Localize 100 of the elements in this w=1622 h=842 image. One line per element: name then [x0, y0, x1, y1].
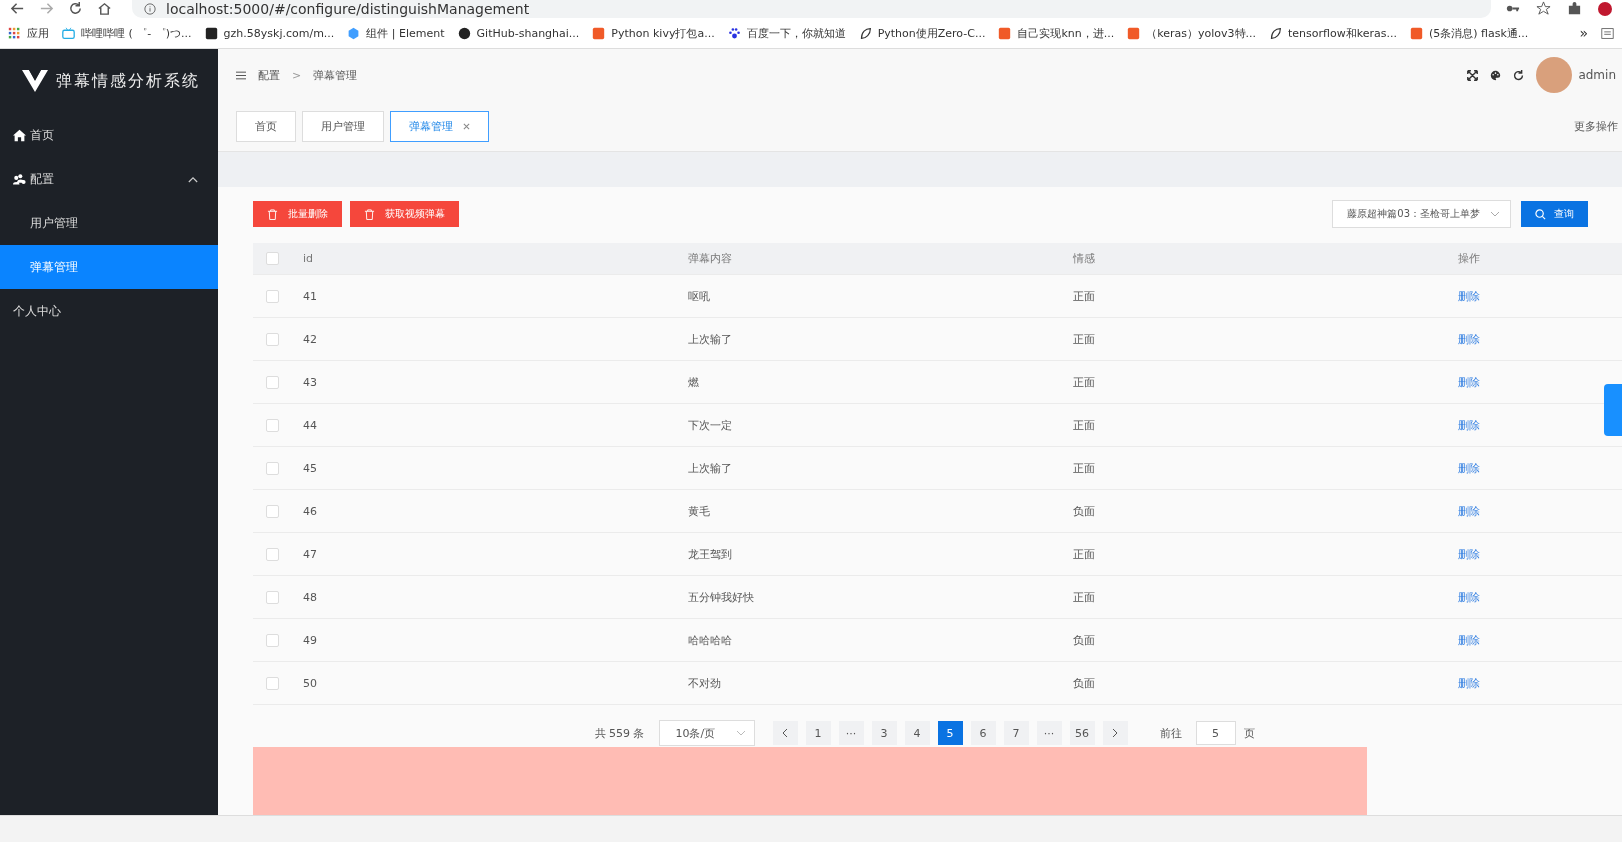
- table-cell-text: 正面: [1072, 374, 1096, 390]
- checkbox[interactable]: [266, 504, 279, 518]
- avatar[interactable]: [1536, 57, 1573, 93]
- page-button[interactable]: ···: [1036, 721, 1062, 745]
- more-bookmarks[interactable]: »: [1579, 25, 1588, 41]
- delete-link[interactable]: 删除: [1458, 289, 1480, 303]
- checkbox[interactable]: [266, 461, 279, 475]
- forward-icon[interactable]: [39, 1, 54, 16]
- table-cell-text: 44: [302, 418, 318, 432]
- checkbox[interactable]: [266, 547, 279, 561]
- menu-item[interactable]: 配置: [0, 157, 218, 201]
- bookmark[interactable]: 百度一下，你就知道: [727, 25, 846, 41]
- tab[interactable]: 用户管理: [302, 110, 384, 142]
- paw-icon: [727, 26, 741, 40]
- checkbox[interactable]: [266, 289, 279, 303]
- search-button[interactable]: 查询: [1521, 201, 1588, 227]
- page-button[interactable]: 7: [1003, 721, 1029, 745]
- delete-link[interactable]: 删除: [1458, 332, 1480, 346]
- bookmark[interactable]: tensorflow和keras...: [1269, 25, 1397, 41]
- table-cell-text: 负面: [1072, 503, 1096, 519]
- menu-item[interactable]: 个人中心: [0, 289, 218, 333]
- checkbox[interactable]: [266, 676, 279, 690]
- menu-item[interactable]: 弹幕管理: [0, 245, 218, 289]
- bookmark[interactable]: gzh.58yskj.com/m...: [204, 26, 335, 40]
- column-header: 操作: [1457, 251, 1481, 266]
- bookmark[interactable]: 组件 | Element: [347, 25, 445, 41]
- tab[interactable]: 首页: [236, 110, 296, 142]
- tv-icon: [62, 26, 75, 40]
- checkbox[interactable]: [266, 252, 279, 265]
- logo-icon: [22, 70, 48, 92]
- delete-link[interactable]: 删除: [1458, 590, 1480, 604]
- table-cell-text: 43: [302, 375, 318, 389]
- delete-link[interactable]: 删除: [1458, 504, 1480, 518]
- more-actions[interactable]: 更多操作: [1574, 118, 1622, 134]
- bookmark[interactable]: GitHub-shanghai...: [457, 26, 580, 40]
- page-button[interactable]: 56: [1069, 721, 1095, 745]
- caret-icon: [1490, 211, 1500, 217]
- breadcrumb-item[interactable]: 配置: [258, 67, 280, 83]
- bookmark[interactable]: 应用: [8, 25, 49, 41]
- column-header: 情感: [1072, 251, 1096, 266]
- page-button[interactable]: ···: [838, 721, 864, 745]
- star-icon[interactable]: [1536, 1, 1551, 16]
- list-icon[interactable]: [1601, 26, 1614, 40]
- breadcrumb-item[interactable]: 弹幕管理: [313, 67, 358, 83]
- trash-icon: [364, 208, 375, 220]
- bookmark[interactable]: (5条消息) flask通...: [1409, 25, 1529, 41]
- delete-link[interactable]: 删除: [1458, 676, 1480, 690]
- page-button[interactable]: 1: [805, 721, 831, 745]
- bookmark[interactable]: Python kivy打包a...: [592, 25, 715, 41]
- user-name[interactable]: admin: [1578, 68, 1616, 82]
- info-icon[interactable]: [144, 3, 156, 15]
- checkbox[interactable]: [266, 590, 279, 604]
- checkbox[interactable]: [266, 375, 279, 389]
- column-header: 弹幕内容: [687, 251, 733, 266]
- users-icon: [13, 172, 26, 186]
- page-button[interactable]: 6: [970, 721, 996, 745]
- profile-icon[interactable]: [1598, 2, 1612, 16]
- delete-link[interactable]: 删除: [1458, 547, 1480, 561]
- table-cell-text: 哈哈哈哈: [687, 632, 733, 648]
- table-cell-text: 正面: [1072, 417, 1096, 433]
- delete-link[interactable]: 删除: [1458, 633, 1480, 647]
- delete-button[interactable]: 批量删除: [253, 201, 342, 227]
- table-cell-text: 负面: [1072, 675, 1096, 691]
- back-icon[interactable]: [10, 1, 25, 16]
- table-cell-text: 49: [302, 633, 318, 647]
- address-bar[interactable]: localhost:5000/#/configure/distinguishManagement: [132, 0, 1491, 18]
- menu-item[interactable]: 首页: [0, 113, 218, 157]
- checkbox[interactable]: [266, 332, 279, 346]
- close-icon[interactable]: [463, 122, 470, 130]
- bookmark[interactable]: Python使用Zero-C...: [858, 25, 986, 41]
- delete-button[interactable]: 获取视频弹幕: [350, 201, 459, 227]
- checkbox[interactable]: [266, 418, 279, 432]
- bookmark[interactable]: 自己实现knn，进...: [998, 25, 1115, 41]
- reload-icon[interactable]: [68, 1, 83, 16]
- page-button[interactable]: 4: [904, 721, 930, 745]
- menu-item[interactable]: 用户管理: [0, 201, 218, 245]
- app-title: 弹幕情感分析系统: [56, 70, 200, 92]
- delete-link[interactable]: 删除: [1458, 418, 1480, 432]
- bookmark[interactable]: 哔哩哔哩 ( ゜- ゜)つ...: [62, 25, 192, 41]
- video-select[interactable]: 藤原超神篇03：圣枪哥上单梦: [1332, 200, 1511, 228]
- menu-icon[interactable]: [236, 70, 246, 80]
- table-cell-text: 50: [302, 676, 318, 690]
- delete-link[interactable]: 删除: [1458, 375, 1480, 389]
- search-icon: [1535, 208, 1546, 220]
- bookmark[interactable]: （keras）yolov3特...: [1127, 25, 1257, 41]
- table-cell-text: 45: [302, 461, 318, 475]
- tab[interactable]: 弹幕管理: [390, 110, 489, 142]
- apps-icon: [8, 26, 21, 40]
- fullscreen-icon[interactable]: [1467, 69, 1479, 81]
- checkbox[interactable]: [266, 633, 279, 647]
- column-header: id: [302, 252, 315, 265]
- refresh-icon[interactable]: [1513, 69, 1525, 81]
- page-size-select[interactable]: 10条/页: [658, 720, 755, 746]
- delete-link[interactable]: 删除: [1458, 461, 1480, 475]
- home-icon[interactable]: [97, 1, 112, 16]
- page-button[interactable]: 3: [871, 721, 897, 745]
- page-button[interactable]: 5: [937, 721, 963, 745]
- palette-icon[interactable]: [1490, 69, 1502, 81]
- page-input[interactable]: 5: [1195, 721, 1236, 745]
- table-cell-text: 正面: [1072, 288, 1096, 304]
